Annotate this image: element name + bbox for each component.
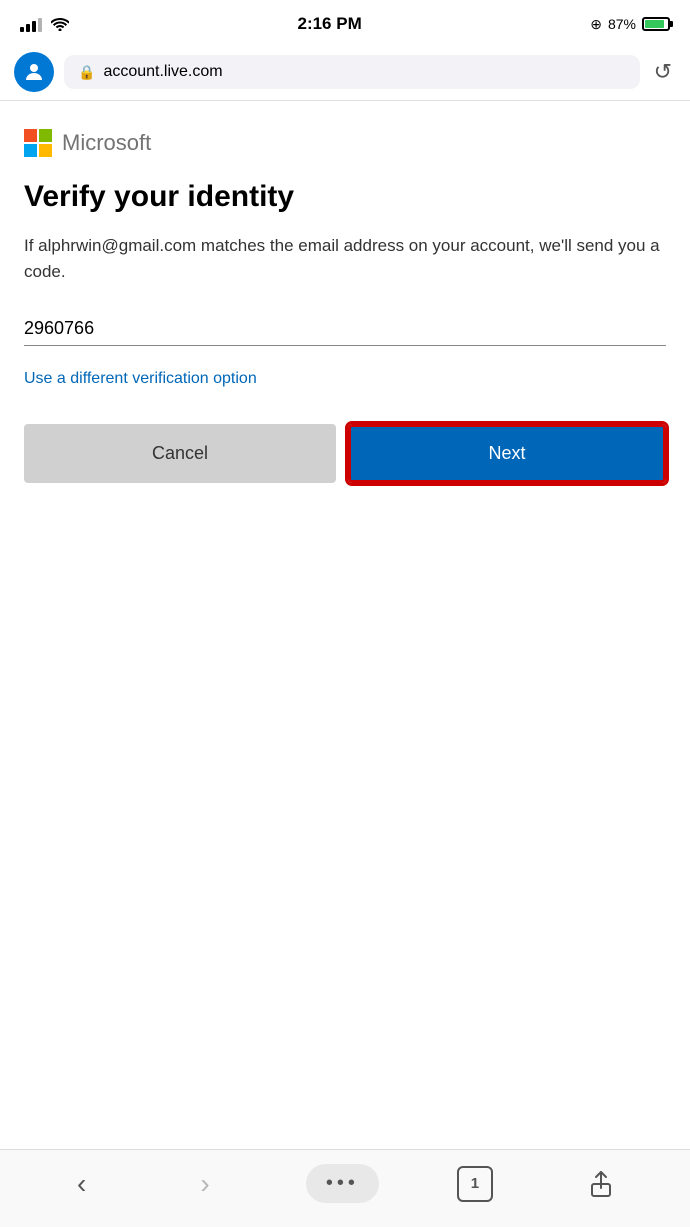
bottom-nav: ‹ › ••• 1 [0,1149,690,1227]
tabs-button[interactable]: 1 [457,1166,493,1202]
verification-input[interactable] [24,312,666,346]
page-description: If alphrwin@gmail.com matches the email … [24,233,666,284]
battery-percent: 87% [608,16,636,32]
share-button[interactable] [571,1160,631,1208]
more-options-button[interactable]: ••• [306,1164,379,1203]
status-time: 2:16 PM [297,14,361,34]
cancel-button[interactable]: Cancel [24,424,336,483]
location-icon: ⊕ [590,16,602,33]
address-bar[interactable]: 🔒 account.live.com [64,55,640,89]
microsoft-grid-icon [24,129,52,157]
forward-button[interactable]: › [182,1158,227,1210]
microsoft-brand-name: Microsoft [62,130,151,156]
reload-button[interactable]: ↺ [650,55,676,89]
avatar[interactable] [14,52,54,92]
next-button[interactable]: Next [348,424,666,483]
battery-icon [642,17,670,31]
url-text: account.live.com [103,63,222,81]
status-left [20,16,69,32]
page-title: Verify your identity [24,179,666,215]
action-buttons: Cancel Next [24,424,666,483]
main-content: Microsoft Verify your identity If alphrw… [0,101,690,836]
microsoft-logo: Microsoft [24,129,666,157]
status-bar: 2:16 PM ⊕ 87% [0,0,690,44]
different-verification-link[interactable]: Use a different verification option [24,370,666,388]
wifi-icon [51,17,69,31]
lock-icon: 🔒 [78,64,95,81]
signal-icon [20,16,42,32]
browser-bar: 🔒 account.live.com ↺ [0,44,690,101]
status-right: ⊕ 87% [590,16,670,33]
back-button[interactable]: ‹ [59,1158,104,1210]
